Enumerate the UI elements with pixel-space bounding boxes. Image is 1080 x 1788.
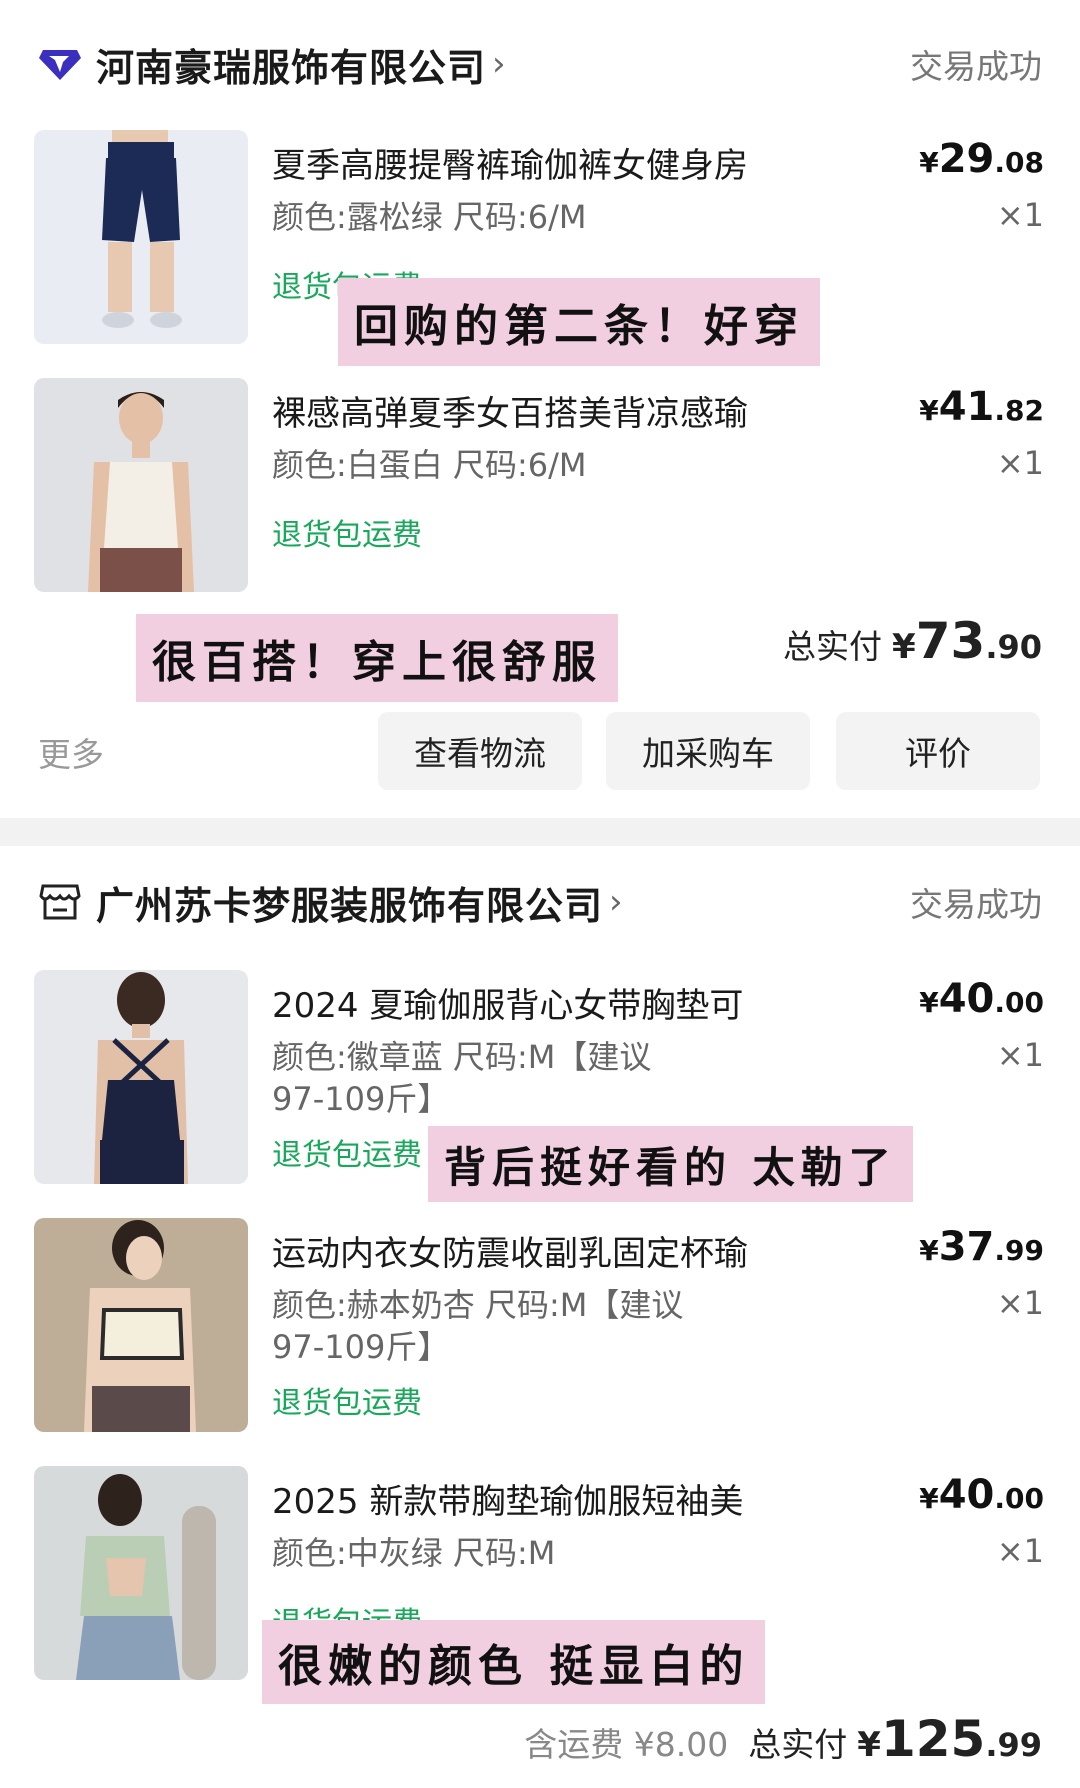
annotation-note: 背后挺好看的 太勒了 [428, 1126, 913, 1202]
item-price: ¥40.00 [919, 976, 1044, 1022]
item-quantity: ×1 [996, 444, 1044, 482]
product-title: 2025 新款带胸垫瑜伽服短袖美 [272, 1482, 744, 1522]
product-spec: 颜色:露松绿 尺码:6/M [272, 198, 587, 236]
product-spec: 颜色:白蛋白 尺码:6/M [272, 446, 587, 484]
product-spec: 颜色:徽章蓝 尺码:M【建议 97-109斤】 [272, 1038, 652, 1118]
return-shipping-tag: 退货包运费 [272, 1386, 422, 1421]
order-status: 交易成功 [910, 47, 1042, 86]
item-price: ¥41.82 [919, 384, 1044, 430]
product-image[interactable] [34, 1218, 248, 1432]
product-title: 运动内衣女防震收副乳固定杯瑜 [272, 1234, 748, 1274]
shop-name: 河南豪瑞服饰有限公司 [96, 45, 487, 90]
order-total: 含运费 ¥8.00 总实付 ¥ 125 .99 [524, 1710, 1042, 1768]
item-price: ¥37.99 [919, 1224, 1044, 1270]
shop-header[interactable]: 河南豪瑞服饰有限公司 › 交易成功 [38, 34, 1042, 94]
item-quantity: ×1 [996, 1284, 1044, 1322]
product-spec: 颜色:中灰绿 尺码:M [272, 1534, 556, 1572]
chevron-right-icon: › [609, 882, 623, 922]
product-spec: 颜色:赫本奶杏 尺码:M【建议 97-109斤】 [272, 1286, 684, 1366]
annotation-note: 回购的第二条！好穿 [338, 278, 820, 366]
diamond-logo-icon [38, 42, 82, 86]
product-image[interactable] [34, 970, 248, 1184]
item-price: ¥40.00 [919, 1472, 1044, 1518]
order-status: 交易成功 [910, 885, 1042, 924]
total-label: 总实付 [783, 627, 883, 666]
item-quantity: ×1 [996, 1036, 1044, 1074]
shop-name: 广州苏卡梦服装服饰有限公司 [96, 883, 604, 928]
shop-header[interactable]: 广州苏卡梦服装服饰有限公司 › 交易成功 [38, 872, 1042, 932]
product-image[interactable] [34, 378, 248, 592]
product-title: 裸感高弹夏季女百搭美背凉感瑜 [272, 394, 748, 434]
order-total: 总实付 ¥ 73 .90 [783, 612, 1042, 670]
annotation-note: 很百搭！穿上很舒服 [136, 614, 618, 702]
order-divider [0, 818, 1080, 846]
product-title: 夏季高腰提臀裤瑜伽裤女健身房 [272, 146, 748, 186]
product-image[interactable] [34, 1466, 248, 1680]
chevron-right-icon: › [492, 44, 506, 84]
item-price: ¥29.08 [919, 136, 1044, 182]
order-item[interactable]: 裸感高弹夏季女百搭美背凉感瑜 颜色:白蛋白 尺码:6/M 退货包运费 ¥41.8… [34, 378, 1044, 592]
annotation-note: 很嫩的颜色 挺显白的 [262, 1620, 766, 1704]
item-quantity: ×1 [996, 196, 1044, 234]
total-label: 总实付 [748, 1725, 848, 1764]
product-image[interactable] [34, 130, 248, 344]
return-shipping-tag: 退货包运费 [272, 518, 422, 553]
more-link[interactable]: 更多 [38, 728, 104, 776]
item-quantity: ×1 [996, 1532, 1044, 1570]
return-shipping-tag: 退货包运费 [272, 1138, 422, 1173]
add-to-purchase-cart-button[interactable]: 加采购车 [606, 712, 810, 790]
review-button[interactable]: 评价 [836, 712, 1040, 790]
product-title: 2024 夏瑜伽服背心女带胸垫可 [272, 986, 744, 1026]
shipping-fee: 含运费 ¥8.00 [524, 1725, 729, 1764]
order-item[interactable]: 运动内衣女防震收副乳固定杯瑜 颜色:赫本奶杏 尺码:M【建议 97-109斤】 … [34, 1218, 1044, 1432]
storefront-icon [38, 880, 82, 924]
view-logistics-button[interactable]: 查看物流 [378, 712, 582, 790]
